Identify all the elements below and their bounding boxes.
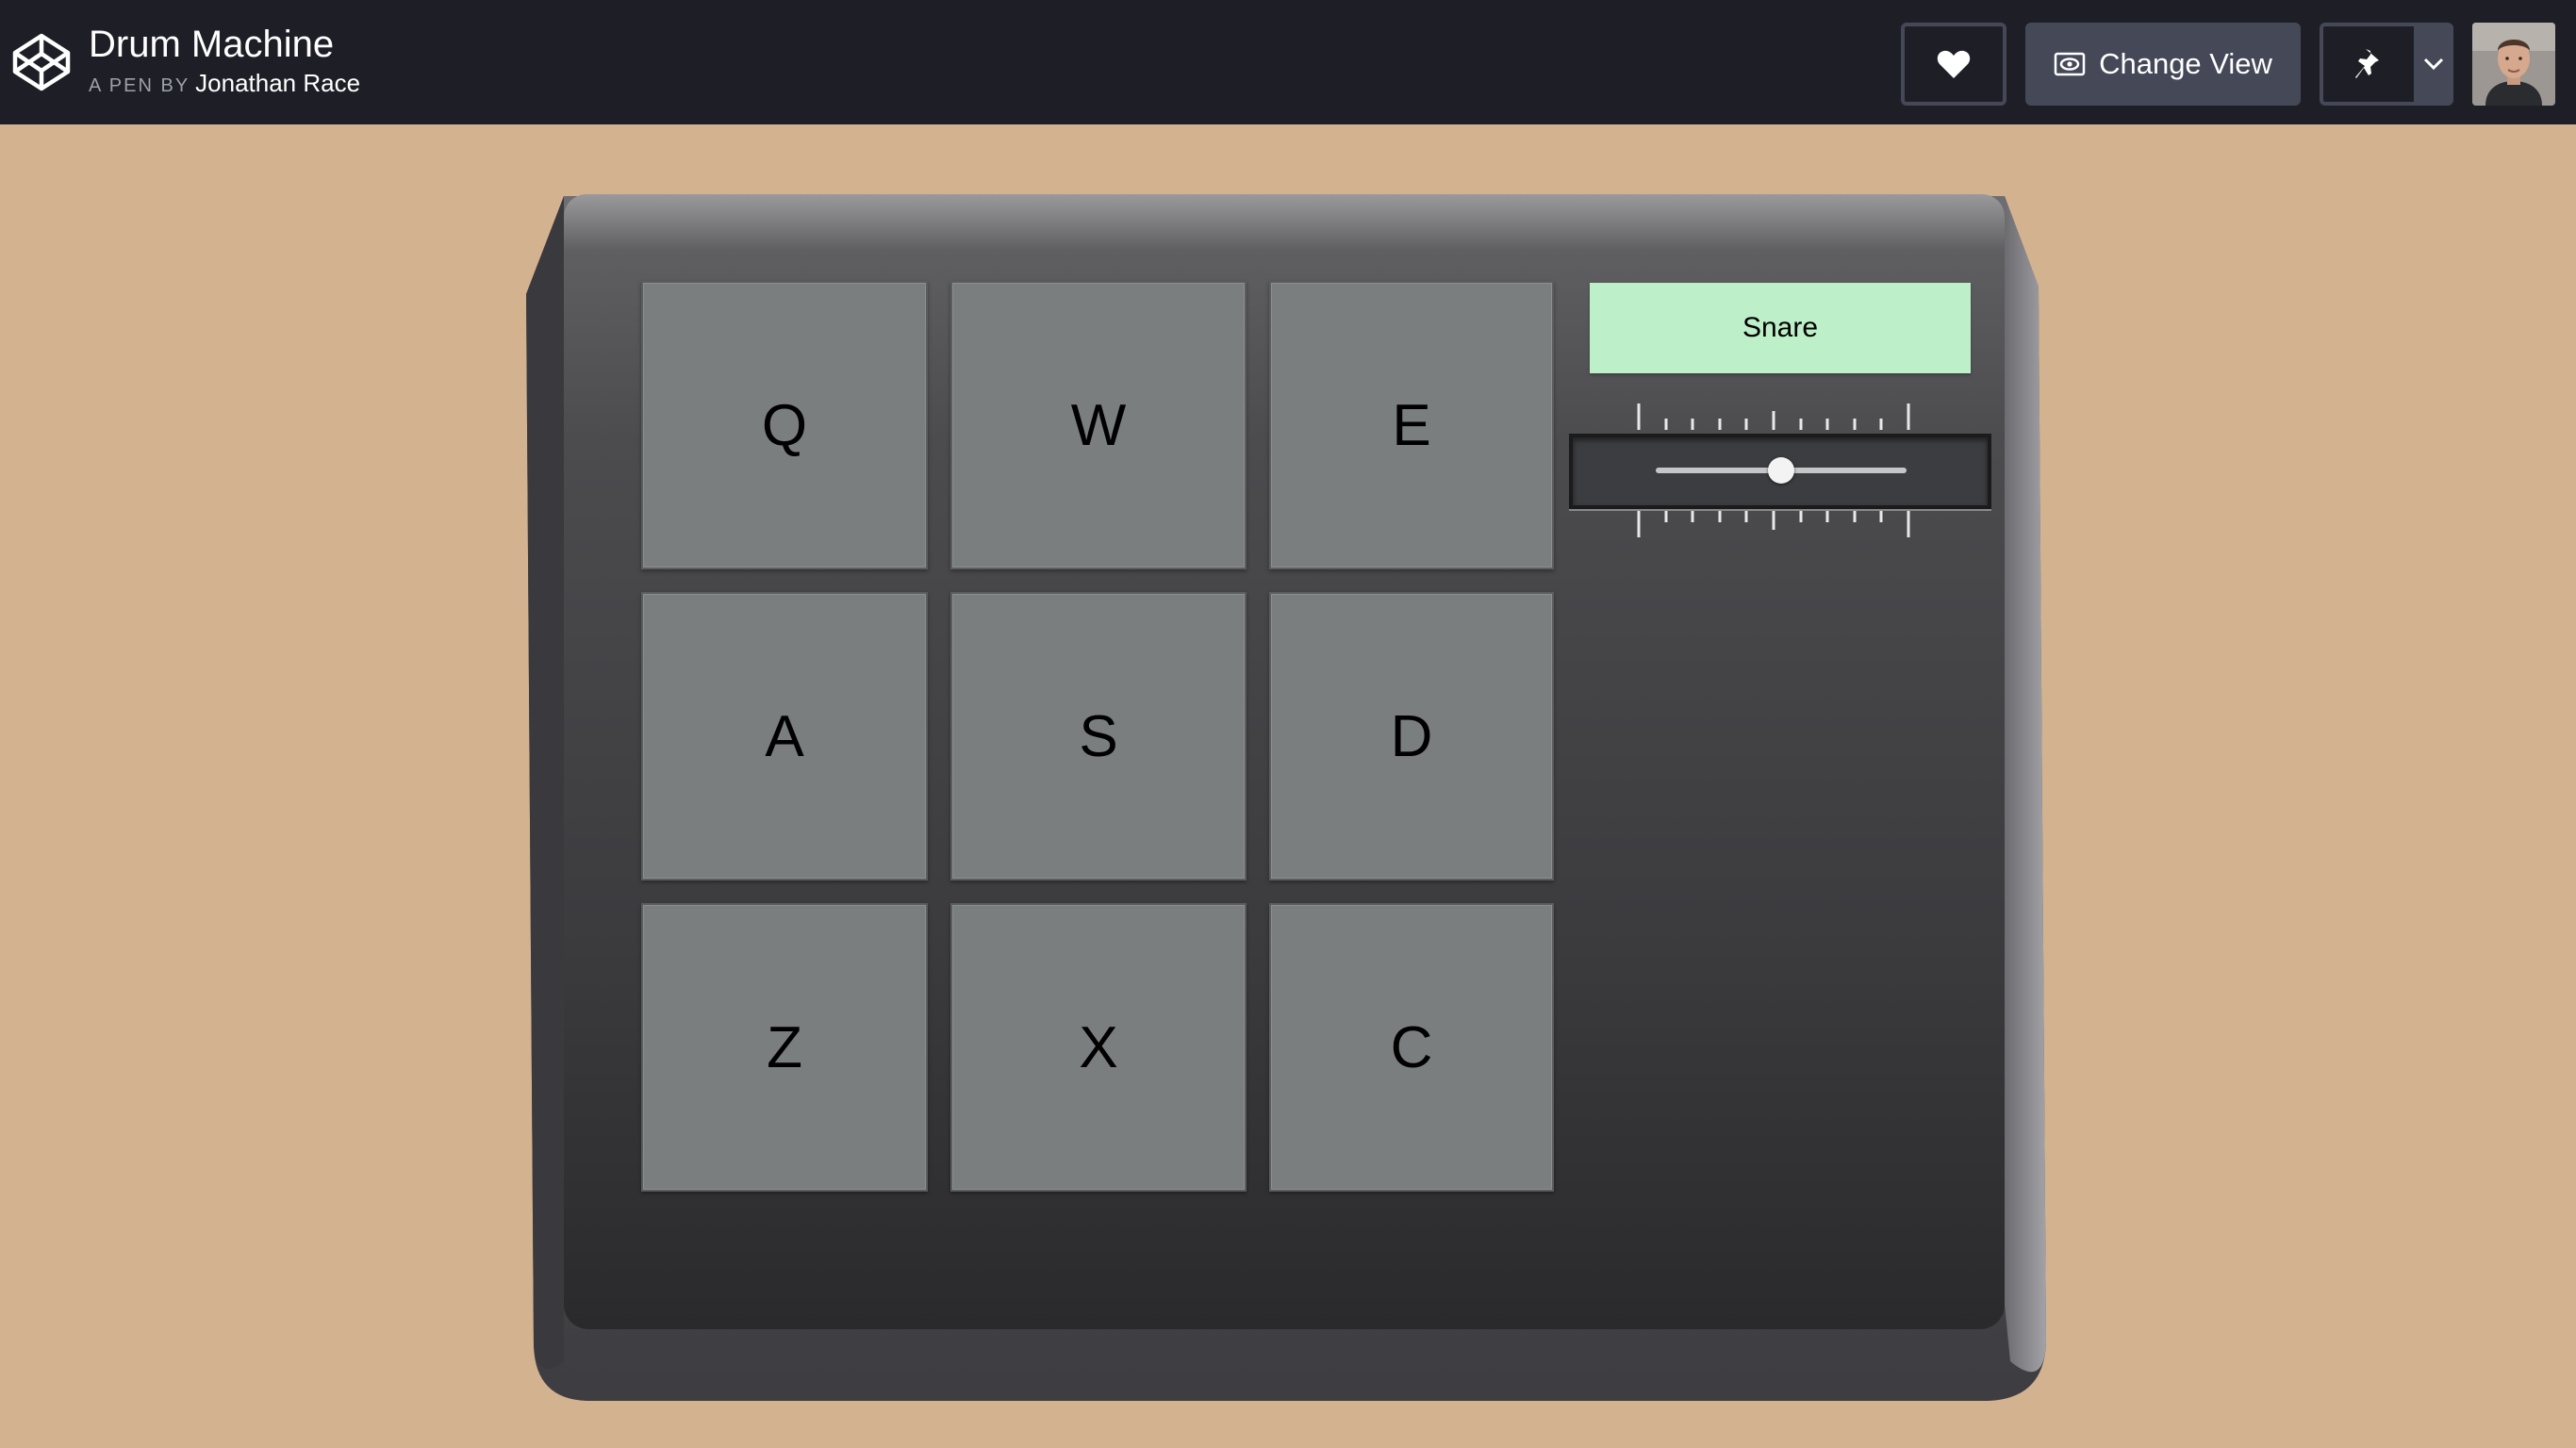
volume-slider-thumb[interactable] (1768, 457, 1794, 484)
volume-control (1569, 390, 1991, 537)
like-button[interactable] (1901, 23, 2006, 106)
drum-pad-z[interactable]: Z (641, 903, 928, 1192)
pin-menu-toggle[interactable] (2414, 26, 2453, 102)
pen-by-label: A PEN BY (89, 75, 190, 96)
drum-pad-e[interactable]: E (1269, 281, 1554, 569)
pen-title: Drum Machine (89, 24, 335, 65)
drum-pad-q[interactable]: Q (641, 281, 928, 569)
user-avatar[interactable] (2472, 23, 2555, 106)
change-view-label: Change View (2099, 47, 2272, 80)
chevron-down-icon (2423, 58, 2444, 71)
top-bar: Drum Machine A PEN BY Jonathan Race Chang… (0, 0, 2576, 124)
pen-info: Drum Machine A PEN BY Jonathan Race (89, 21, 360, 101)
pin-icon (2355, 49, 2379, 78)
change-view-button[interactable]: Change View (2025, 23, 2301, 106)
pin-button-group (2320, 23, 2453, 106)
drum-pad-a[interactable]: A (641, 592, 928, 880)
drum-pad-w[interactable]: W (950, 281, 1247, 569)
drum-pad-s[interactable]: S (950, 592, 1247, 880)
author-link[interactable]: Jonathan Race (195, 69, 360, 97)
codepen-logo-icon[interactable] (11, 32, 72, 92)
pen-byline: A PEN BY Jonathan Race (89, 68, 360, 101)
drum-machine: Q W E A S D Z X C Snare (520, 192, 2059, 1403)
sound-display: Snare (1590, 283, 1971, 373)
volume-ticks-top (1637, 403, 1910, 430)
pin-button[interactable] (2323, 26, 2414, 102)
drum-pad-d[interactable]: D (1269, 592, 1554, 880)
drum-pad-c[interactable]: C (1269, 903, 1554, 1192)
avatar-image (2472, 23, 2555, 106)
drum-pad-x[interactable]: X (950, 903, 1247, 1192)
volume-ticks-bottom (1637, 511, 1910, 537)
eye-icon (2054, 52, 2086, 76)
heart-icon (1937, 50, 1971, 78)
